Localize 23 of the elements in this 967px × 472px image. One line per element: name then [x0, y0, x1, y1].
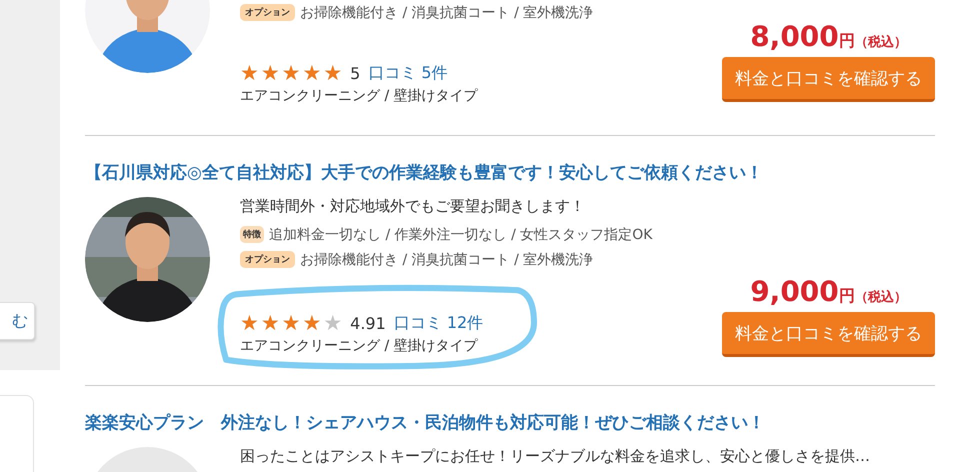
- reviews-link[interactable]: 口コミ 12件: [394, 312, 484, 334]
- reviews-link[interactable]: 口コミ 5件: [368, 62, 448, 84]
- check-price-button[interactable]: 料金と口コミを確認する: [722, 57, 935, 102]
- tag-text: 追加料金一切なし / 作業外注一切なし / 女性スタッフ指定OK: [269, 226, 652, 244]
- listing-description: 困ったことはアシストキープにお任せ！リーズナブルな料金を追求し、安心と優しさを提供…: [240, 447, 871, 466]
- rating-score: 4.91: [350, 314, 386, 332]
- tag-badge: オプション: [240, 251, 295, 268]
- star-rating: ★★★★★: [240, 312, 342, 334]
- listing-title[interactable]: 楽楽安心プラン 外注なし！シェアハウス・民泊物件も対応可能！ぜひご相談ください！: [85, 411, 935, 434]
- price: 9,000円（税込）: [750, 275, 907, 308]
- service-category: エアコンクリーニング / 壁掛けタイプ: [240, 87, 479, 105]
- sidebar-button[interactable]: む: [0, 302, 35, 340]
- tag-badge: オプション: [240, 4, 295, 21]
- service-category: エアコンクリーニング / 壁掛けタイプ: [240, 337, 479, 355]
- tag-text: お掃除機能付き / 消臭抗菌コート / 室外機洗浄: [300, 250, 594, 268]
- listing-title[interactable]: 【石川県対応◎全て自社対応】大手での作業経験も豊富です！安心してご依頼ください！: [85, 161, 935, 184]
- listing-description: 営業時間外・対応地域外でもご要望お聞きします！: [240, 197, 586, 216]
- tag-text: お掃除機能付き / 消臭抗菌コート / 室外機洗浄: [300, 4, 594, 22]
- rating-score: 5: [350, 64, 360, 82]
- check-price-button[interactable]: 料金と口コミを確認する: [722, 312, 935, 357]
- price: 8,000円（税込）: [750, 20, 907, 53]
- tag-badge: 特徴: [240, 226, 264, 243]
- star-rating: ★★★★★: [240, 62, 342, 84]
